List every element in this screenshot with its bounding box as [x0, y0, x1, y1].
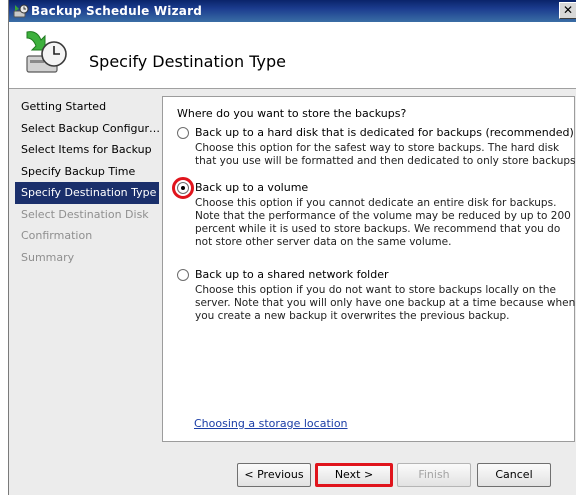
wizard-header: Specify Destination Type — [9, 22, 576, 89]
annotation-highlight-circle — [172, 177, 194, 199]
nav-step-confirmation: Confirmation — [21, 229, 93, 242]
nav-step-select-items-for-backup[interactable]: Select Items for Backup — [15, 139, 159, 161]
volume-label[interactable]: Back up to a volume — [195, 181, 308, 194]
nav-step-specify-backup-time[interactable]: Specify Backup Time — [15, 161, 159, 183]
window-title: Backup Schedule Wizard — [31, 4, 202, 18]
network-folder-description: Choose this option if you do not want to… — [195, 284, 576, 322]
nav-step-select-backup-configuration[interactable]: Select Backup Configur… — [15, 118, 160, 140]
nav-step-specify-destination-type[interactable]: Specify Destination Type — [15, 182, 159, 204]
close-button[interactable]: ✕ — [559, 2, 576, 19]
nav-step-getting-started[interactable]: Getting Started — [15, 96, 159, 118]
network-folder-label[interactable]: Back up to a shared network folder — [195, 268, 389, 281]
nav-step-select-destination-disk: Select Destination Disk — [21, 207, 149, 221]
storage-location-help-link[interactable]: Choosing a storage location — [194, 417, 348, 430]
dedicated-disk-label[interactable]: Back up to a hard disk that is dedicated… — [195, 126, 574, 139]
cancel-button[interactable]: Cancel — [477, 463, 551, 487]
dedicated-disk-radio[interactable] — [177, 127, 189, 139]
storage-question: Where do you want to store the backups? — [177, 107, 407, 120]
dedicated-disk-description: Choose this option for the safest way to… — [195, 142, 576, 167]
wizard-steps-nav: Getting Started Select Backup Configur… … — [15, 96, 160, 268]
destination-type-panel: Where do you want to store the backups? … — [162, 96, 576, 442]
page-title: Specify Destination Type — [89, 52, 286, 71]
finish-button: Finish — [397, 463, 471, 487]
nav-step-summary: Summary — [21, 250, 75, 264]
next-button[interactable]: Next > — [315, 463, 393, 487]
previous-button[interactable]: < Previous — [237, 463, 311, 487]
backup-app-icon — [13, 4, 29, 18]
wizard-window: Backup Schedule Wizard ✕ Specify Destina… — [8, 0, 576, 495]
volume-description: Choose this option if you cannot dedicat… — [195, 197, 571, 248]
network-folder-radio[interactable] — [177, 269, 189, 281]
backup-schedule-icon — [26, 31, 67, 73]
title-bar: Backup Schedule Wizard ✕ — [9, 0, 576, 22]
